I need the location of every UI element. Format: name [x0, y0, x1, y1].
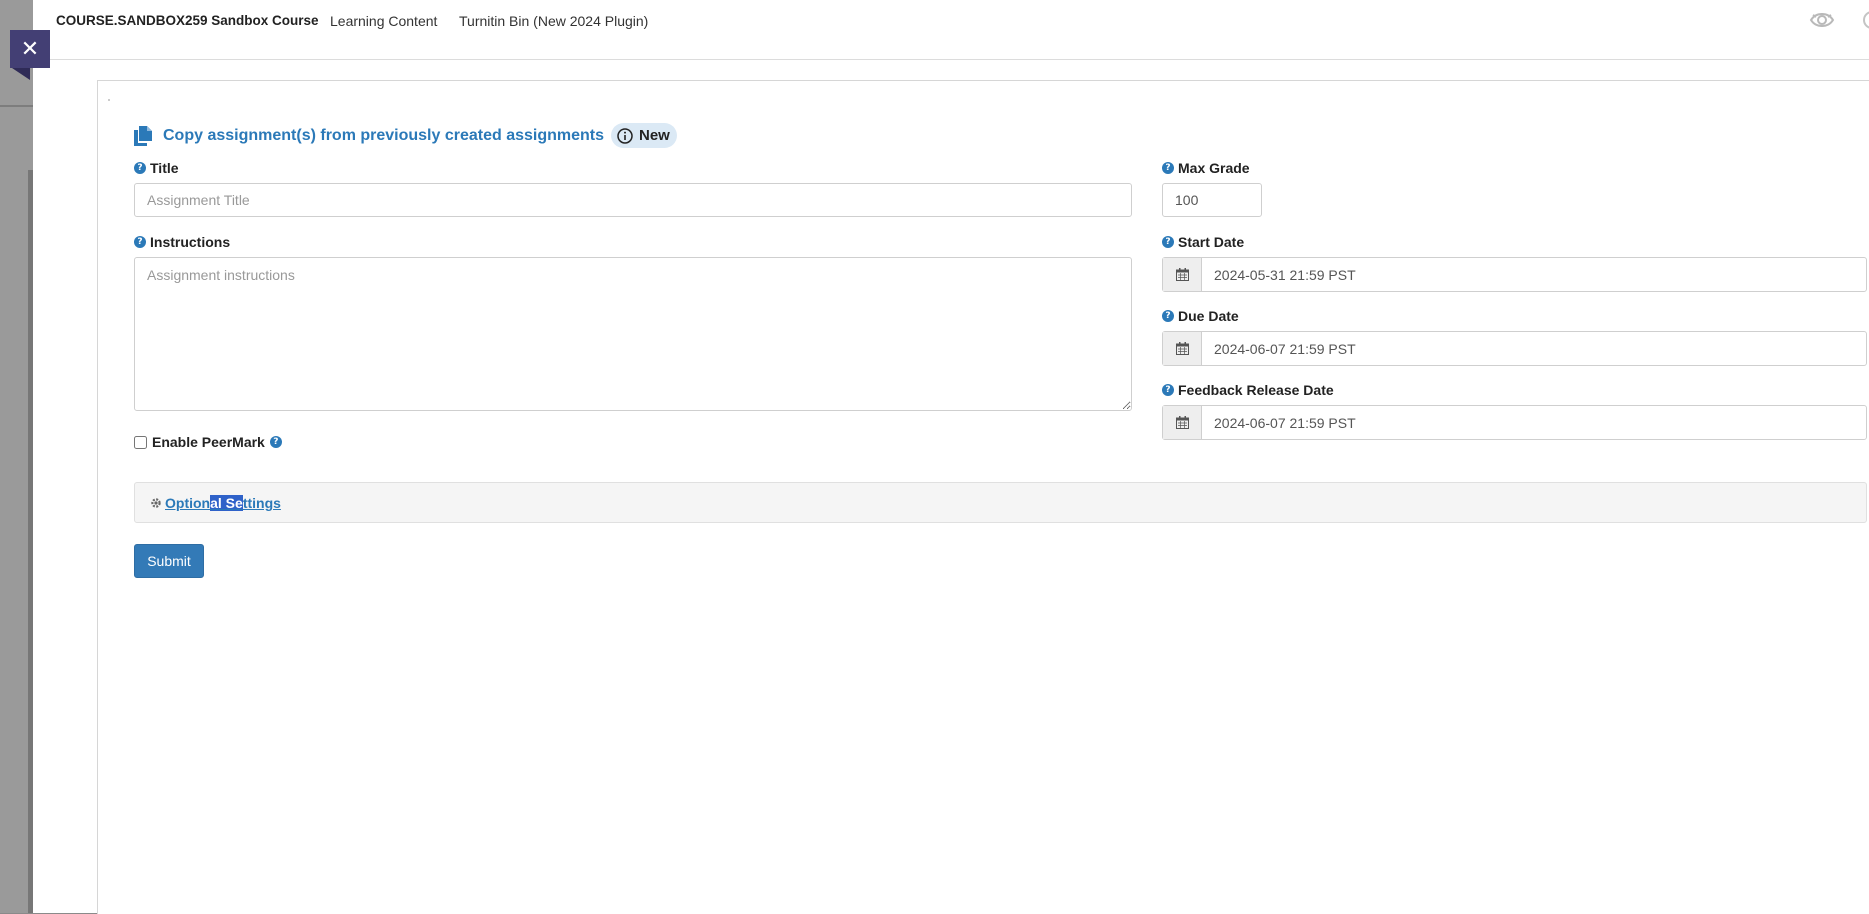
title-label: ? Title — [134, 160, 179, 176]
submit-button[interactable]: Submit — [134, 544, 204, 578]
course-header: COURSE.SANDBOX259 Sandbox Course Learnin… — [33, 0, 1869, 60]
feedback-date-input[interactable] — [1202, 406, 1866, 439]
peermark-label: Enable PeerMark — [152, 434, 265, 450]
optional-settings-text-1: Option — [165, 495, 211, 511]
start-date-input[interactable] — [1202, 258, 1866, 291]
calendar-icon[interactable] — [1163, 332, 1202, 365]
optional-settings-link[interactable]: Option al Se ttings — [150, 495, 281, 511]
nav-turnitin-bin[interactable]: Turnitin Bin (New 2024 Plugin) — [459, 13, 648, 29]
start-date-label-text: Start Date — [1178, 234, 1245, 250]
peermark-option[interactable]: Enable PeerMark ? — [134, 434, 286, 450]
new-badge-text: New — [639, 127, 670, 144]
instructions-label-text: Instructions — [150, 234, 231, 250]
feedback-date-label: ? Feedback Release Date — [1162, 382, 1334, 398]
course-title: COURSE.SANDBOX259 Sandbox Course — [56, 13, 319, 28]
feedback-date-group — [1162, 405, 1867, 440]
feedback-date-label-text: Feedback Release Date — [1178, 382, 1334, 398]
help-icon[interactable]: ? — [1162, 236, 1174, 248]
title-input[interactable] — [134, 183, 1132, 217]
close-button-tail — [12, 68, 30, 80]
optional-settings-selected-text: al Se — [210, 495, 243, 511]
modal-panel: COURSE.SANDBOX259 Sandbox Course Learnin… — [33, 0, 1869, 914]
close-button[interactable]: ✕ — [10, 30, 50, 68]
due-date-label-text: Due Date — [1178, 308, 1239, 324]
cog-icon — [151, 498, 161, 508]
nav-learning-content[interactable]: Learning Content — [330, 13, 437, 29]
start-date-group — [1162, 257, 1867, 292]
calendar-icon[interactable] — [1163, 406, 1202, 439]
preview-eye-icon[interactable] — [1809, 9, 1835, 31]
copy-assignments-link[interactable]: Copy assignment(s) from previously creat… — [134, 124, 604, 148]
due-date-input[interactable] — [1202, 332, 1866, 365]
settings-icon[interactable] — [1859, 9, 1869, 31]
help-icon[interactable]: ? — [269, 436, 282, 448]
instructions-label: ? Instructions — [134, 234, 230, 250]
help-icon[interactable]: ? — [134, 162, 146, 174]
peermark-checkbox[interactable] — [134, 435, 147, 449]
decorative-dot — [108, 99, 110, 101]
background-overlay — [0, 0, 33, 913]
help-icon[interactable]: ? — [1162, 310, 1174, 322]
new-badge: New — [611, 123, 677, 148]
due-date-label: ? Due Date — [1162, 308, 1239, 324]
help-icon[interactable]: ? — [134, 236, 146, 248]
max-grade-label: ? Max Grade — [1162, 160, 1250, 176]
help-icon[interactable]: ? — [1162, 162, 1174, 174]
title-label-text: Title — [150, 160, 179, 176]
copy-assignments-label: Copy assignment(s) from previously creat… — [163, 127, 605, 144]
calendar-icon[interactable] — [1163, 258, 1202, 291]
info-icon — [617, 127, 633, 144]
help-icon[interactable]: ? — [1162, 384, 1174, 396]
due-date-group — [1162, 331, 1867, 366]
max-grade-label-text: Max Grade — [1178, 160, 1250, 176]
start-date-label: ? Start Date — [1162, 234, 1244, 250]
copy-document-icon — [134, 126, 152, 146]
close-icon: ✕ — [20, 36, 40, 62]
optional-settings-panel: Option al Se ttings — [134, 482, 1867, 523]
optional-settings-text-2: ttings — [242, 495, 281, 511]
instructions-textarea[interactable] — [134, 257, 1132, 411]
max-grade-input[interactable] — [1162, 183, 1262, 217]
overlay-divider — [0, 105, 33, 107]
